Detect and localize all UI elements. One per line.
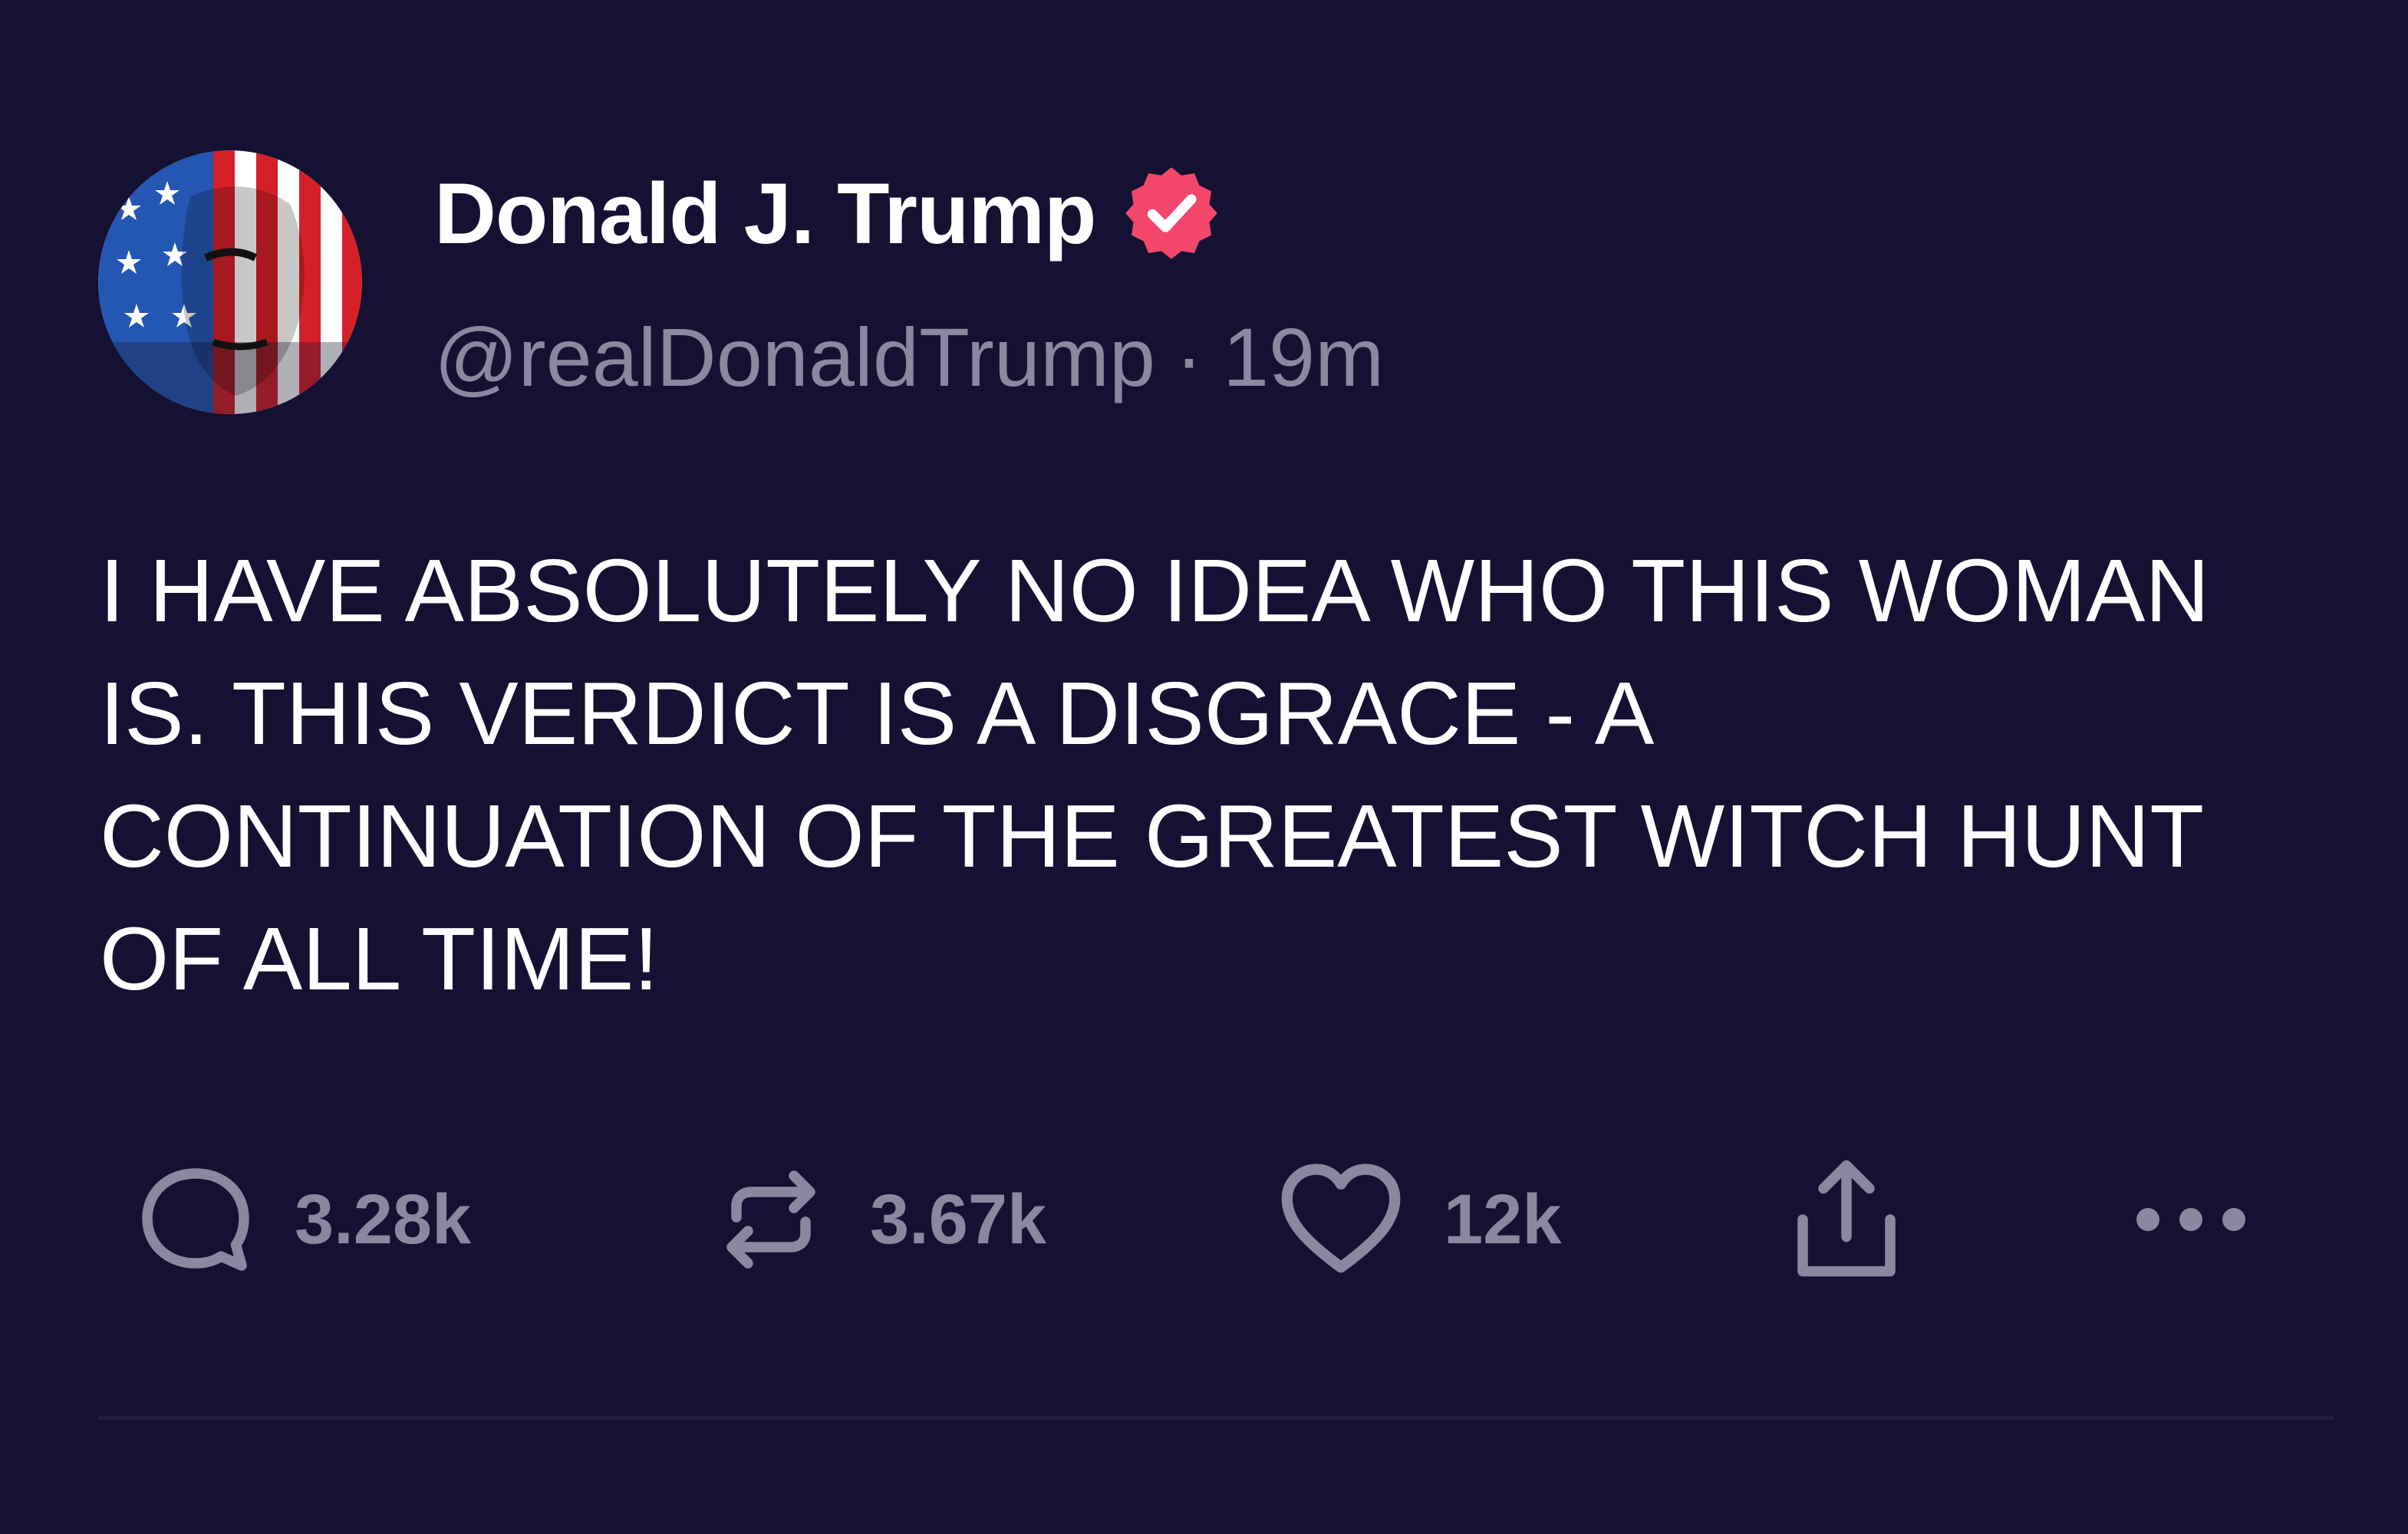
post-card: Donald J. Trump @realDonaldTrump · 19m I… <box>0 0 2408 1534</box>
verified-badge-icon <box>1125 167 1218 259</box>
post-body-line: I HAVE ABSOLUTELY NO IDEA WHO THIS WOMAN <box>100 541 2210 640</box>
share-upload-icon <box>1797 1160 1896 1277</box>
repost-button[interactable]: 3.67k <box>713 1150 1046 1289</box>
post-body-line: CONTINUATION OF THE GREATEST WITCH HUNT <box>100 786 2205 886</box>
post-timestamp[interactable]: 19m <box>1223 309 1384 405</box>
action-bar: 3.28k 3.67k 12k <box>0 1150 2408 1289</box>
heart-icon <box>1281 1164 1401 1273</box>
avatar[interactable] <box>98 150 362 414</box>
repost-arrows-icon <box>726 1170 815 1269</box>
like-button[interactable]: 12k <box>1280 1150 1562 1289</box>
post-divider <box>98 1416 2334 1420</box>
share-button[interactable] <box>1789 1150 1904 1289</box>
meta-separator: · <box>1175 310 1203 403</box>
repost-count: 3.67k <box>870 1180 1047 1259</box>
post-body-line: OF ALL TIME! <box>100 909 659 1009</box>
avatar-image <box>98 150 362 414</box>
comment-bubble-icon <box>142 1168 249 1271</box>
reply-button[interactable]: 3.28k <box>138 1150 471 1289</box>
more-options-button[interactable] <box>2130 1150 2252 1289</box>
reply-count: 3.28k <box>295 1180 472 1259</box>
author-name-row: Donald J. Trump <box>434 160 1221 267</box>
author-meta-row: @realDonaldTrump · 19m <box>434 307 1384 407</box>
post-body-line: IS. THIS VERDICT IS A DISGRACE - A <box>100 663 1655 763</box>
author-handle[interactable]: @realDonaldTrump <box>434 309 1155 405</box>
more-dots-icon <box>2136 1208 2245 1231</box>
author-display-name[interactable]: Donald J. Trump <box>434 164 1096 263</box>
like-count: 12k <box>1444 1180 1562 1259</box>
post-body: I HAVE ABSOLUTELY NO IDEA WHO THIS WOMAN… <box>100 529 2340 1020</box>
